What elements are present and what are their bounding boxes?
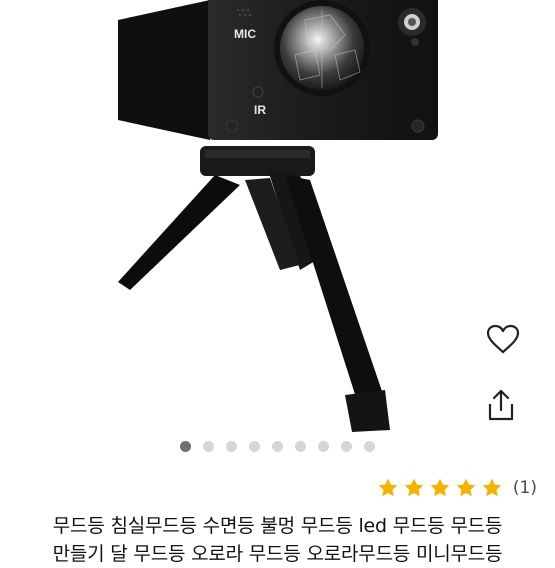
led-projector-photo: MIC IR — [118, 0, 438, 432]
carousel-indicators[interactable] — [0, 438, 555, 454]
carousel-dot[interactable] — [364, 440, 375, 452]
star-icon — [378, 478, 398, 497]
heart-outline-icon — [486, 324, 520, 354]
share-upload-icon — [488, 389, 514, 421]
carousel-dot[interactable] — [180, 440, 191, 452]
carousel-dot[interactable] — [249, 440, 260, 452]
ir-label: IR — [254, 103, 266, 117]
product-title: 무드등 침실무드등 수면등 불멍 무드등 led 무드등 무드등 만들기 달 무… — [0, 512, 555, 568]
mic-label: MIC — [234, 27, 256, 41]
star-icon — [482, 478, 502, 497]
carousel-dot[interactable] — [318, 440, 329, 452]
carousel-dot[interactable] — [203, 440, 214, 452]
wishlist-button[interactable] — [486, 324, 530, 368]
star-icon — [456, 478, 476, 497]
product-title-line: 만들기 달 무드등 오로라 무드등 오로라무드등 미니무드등 — [52, 543, 503, 565]
carousel-dot[interactable] — [272, 440, 283, 452]
star-rating — [377, 477, 503, 499]
product-image[interactable]: MIC IR — [0, 0, 555, 440]
carousel-dot[interactable] — [341, 440, 352, 452]
star-icon — [430, 478, 450, 497]
carousel-dot[interactable] — [226, 440, 237, 452]
share-button[interactable] — [486, 388, 530, 432]
product-title-line: 무드등 침실무드등 수면등 불멍 무드등 led 무드등 무드등 — [52, 515, 503, 537]
review-count[interactable]: (1) — [513, 478, 537, 498]
rating[interactable]: (1) — [377, 477, 537, 499]
carousel-dot[interactable] — [295, 440, 306, 452]
star-icon — [404, 478, 424, 497]
